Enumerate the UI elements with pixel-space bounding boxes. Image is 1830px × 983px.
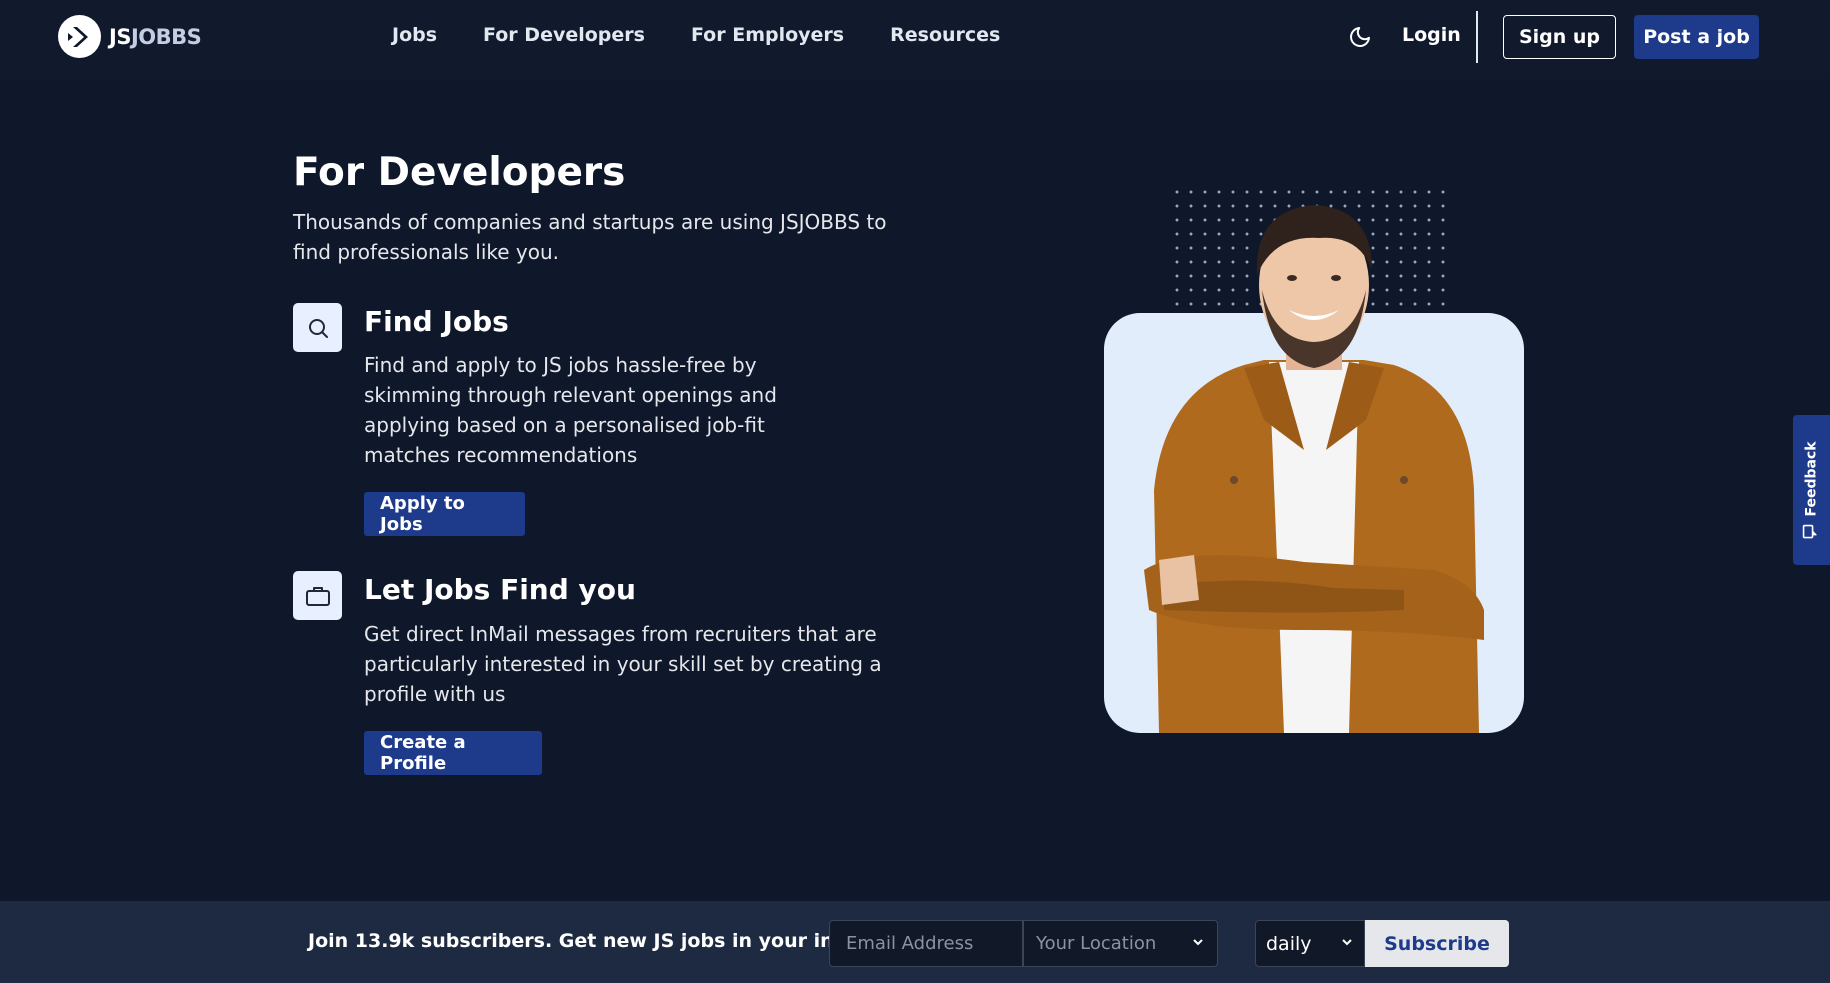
search-icon: [293, 303, 342, 352]
header-divider: [1476, 11, 1478, 63]
chevron-down-icon: [1340, 934, 1354, 953]
main-nav: Jobs For Developers For Employers Resour…: [392, 24, 1000, 46]
apply-to-jobs-button[interactable]: Apply to Jobs: [364, 492, 525, 536]
feedback-tab[interactable]: Feedback: [1793, 415, 1830, 565]
feature-desc-let-jobs-find-you: Get direct InMail messages from recruite…: [364, 622, 882, 706]
post-job-button[interactable]: Post a job: [1634, 15, 1759, 59]
briefcase-icon: [293, 571, 342, 620]
feedback-label: Feedback: [1803, 441, 1820, 517]
nav-for-employers[interactable]: For Employers: [691, 24, 844, 46]
feature-title-let-jobs-find-you: Let Jobs Find you: [364, 573, 636, 606]
email-input[interactable]: [829, 920, 1023, 967]
logo[interactable]: JSJOBBS: [58, 15, 202, 58]
frequency-value: daily: [1266, 932, 1312, 955]
moon-icon[interactable]: [1348, 25, 1372, 49]
chat-icon: [1802, 524, 1821, 539]
nav-jobs[interactable]: Jobs: [392, 24, 437, 46]
logo-icon: [58, 15, 101, 58]
feature-desc-find-jobs: Find and apply to JS jobs hassle-free by…: [364, 353, 777, 467]
frequency-select[interactable]: daily: [1255, 920, 1365, 967]
signup-button[interactable]: Sign up: [1503, 15, 1616, 59]
login-link[interactable]: Login: [1402, 24, 1461, 46]
chevron-down-icon: [1191, 934, 1205, 953]
feature-title-find-jobs: Find Jobs: [364, 305, 509, 338]
developer-portrait: [1104, 190, 1524, 733]
location-select[interactable]: Your Location: [1023, 920, 1218, 967]
page-title: For Developers: [293, 150, 626, 195]
location-placeholder: Your Location: [1036, 933, 1157, 954]
logo-text: JSJOBBS: [109, 24, 202, 49]
subscribe-button[interactable]: Subscribe: [1365, 920, 1509, 967]
page-subtitle: Thousands of companies and startups are …: [293, 210, 887, 264]
subscribe-text: Join 13.9k subscribers. Get new JS jobs …: [308, 930, 880, 952]
nav-for-developers[interactable]: For Developers: [483, 24, 645, 46]
create-profile-button[interactable]: Create a Profile: [364, 731, 542, 775]
nav-resources[interactable]: Resources: [890, 24, 1000, 46]
header: JSJOBBS Jobs For Developers For Employer…: [0, 0, 1830, 79]
